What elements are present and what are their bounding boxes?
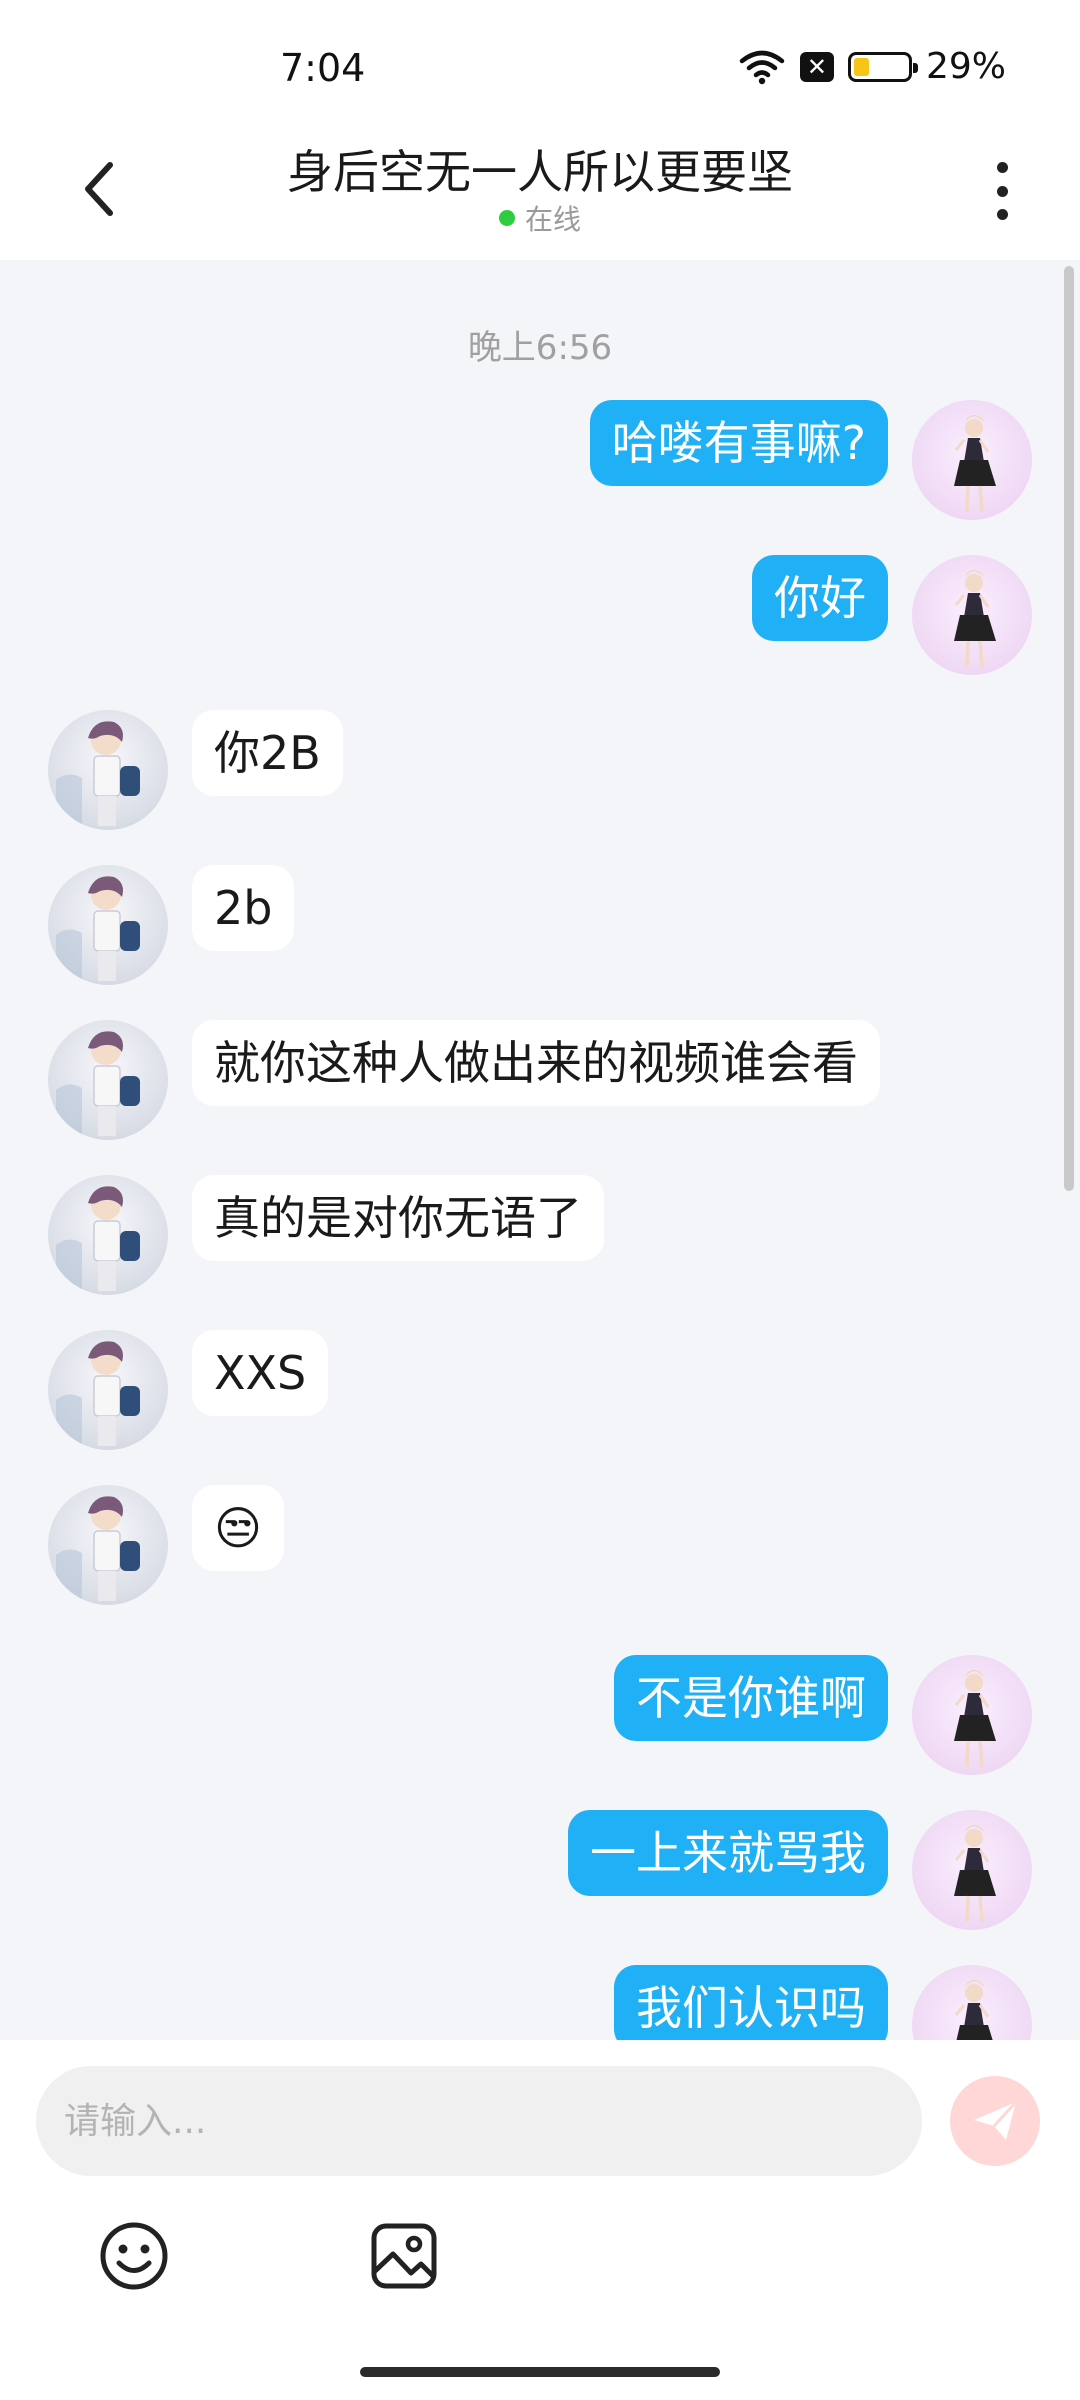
- more-vertical-icon: [996, 162, 1008, 173]
- contact-message-bubble[interactable]: 2b: [192, 865, 295, 951]
- image-icon: [371, 2223, 437, 2289]
- chat-header: 身后空无一人所以更要坚 在线: [0, 120, 1080, 260]
- chat-title: 身后空无一人所以更要坚: [287, 145, 793, 199]
- my-avatar[interactable]: [912, 1655, 1032, 1775]
- emoji-icon: [100, 2222, 168, 2290]
- message-row: 你好: [0, 555, 1080, 675]
- my-message-bubble[interactable]: 不是你谁啊: [614, 1655, 888, 1741]
- message-row: 😒: [0, 1485, 1080, 1605]
- my-avatar[interactable]: [912, 555, 1032, 675]
- battery-percent: 29%: [925, 46, 1006, 87]
- image-button[interactable]: [364, 2216, 444, 2296]
- battery-fill: [853, 57, 870, 76]
- contact-message-bubble[interactable]: 就你这种人做出来的视频谁会看: [192, 1020, 880, 1106]
- contact-avatar[interactable]: [48, 865, 168, 985]
- my-message-bubble[interactable]: 哈喽有事嘛?: [589, 400, 888, 486]
- message-row: 你2B: [0, 710, 1080, 830]
- no-sim-icon: ✕: [799, 51, 834, 82]
- composer-panel: [0, 2040, 1080, 2400]
- message-row: 2b: [0, 865, 1080, 985]
- contact-avatar[interactable]: [48, 1175, 168, 1295]
- status-bar: 7:04 ✕ 29%: [0, 0, 1080, 120]
- message-input[interactable]: [36, 2066, 922, 2176]
- time-separator: 晚上6:56: [467, 328, 613, 368]
- contact-avatar[interactable]: [48, 1020, 168, 1140]
- contact-avatar[interactable]: [48, 710, 168, 830]
- home-indicator[interactable]: [360, 2367, 720, 2377]
- contact-avatar[interactable]: [48, 1485, 168, 1605]
- online-status-label: 在线: [524, 203, 581, 236]
- more-dot: [996, 209, 1008, 220]
- contact-message-bubble[interactable]: 真的是对你无语了: [192, 1175, 604, 1261]
- more-dot: [996, 185, 1008, 197]
- contact-message-bubble[interactable]: 😒: [192, 1485, 284, 1571]
- wifi-icon: [739, 50, 785, 84]
- my-avatar[interactable]: [912, 1810, 1032, 1930]
- message-row: 就你这种人做出来的视频谁会看: [0, 1020, 1080, 1140]
- message-row: 不是你谁啊: [0, 1655, 1080, 1775]
- message-list[interactable]: 晚上6:56 哈喽有事嘛? 你好你2B 2b 就你这种人做出来的视频谁会看 真的是对你无…: [0, 260, 1080, 2040]
- send-icon: [974, 2100, 1018, 2140]
- contact-message-bubble[interactable]: 你2B: [192, 710, 343, 796]
- message-row: 哈喽有事嘛?: [0, 400, 1080, 520]
- my-message-bubble[interactable]: 你好: [752, 555, 888, 641]
- message-row: 真的是对你无语了: [0, 1175, 1080, 1295]
- send-button[interactable]: [950, 2076, 1040, 2166]
- emoji-button[interactable]: [94, 2216, 174, 2296]
- online-dot-icon: [498, 210, 515, 226]
- contact-message-bubble[interactable]: XXS: [192, 1330, 329, 1416]
- online-status: 在线: [0, 198, 1080, 238]
- message-row: 一上来就骂我: [0, 1810, 1080, 1930]
- message-row: XXS: [0, 1330, 1080, 1450]
- contact-avatar[interactable]: [48, 1330, 168, 1450]
- message-row: 我们认识吗: [0, 1965, 1080, 2040]
- status-time: 7:04: [280, 46, 366, 90]
- my-avatar[interactable]: [912, 400, 1032, 520]
- status-icons: ✕ 29%: [738, 46, 1006, 87]
- my-avatar[interactable]: [912, 1965, 1032, 2040]
- my-message-bubble[interactable]: 一上来就骂我: [568, 1810, 888, 1896]
- my-message-bubble[interactable]: 我们认识吗: [614, 1965, 888, 2040]
- more-options-button[interactable]: [982, 156, 1022, 226]
- battery-icon: [847, 51, 918, 82]
